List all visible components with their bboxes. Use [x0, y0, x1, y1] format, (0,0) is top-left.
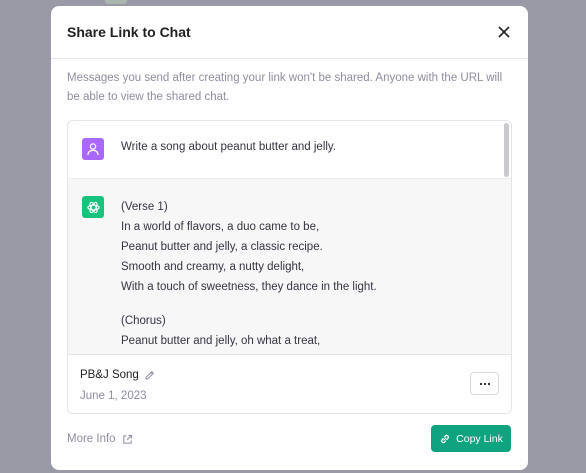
chat-date: June 1, 2023	[80, 390, 147, 402]
more-options-button[interactable]	[470, 372, 499, 395]
assistant-avatar	[82, 196, 104, 218]
assistant-message: (Verse 1) In a world of flavors, a duo c…	[68, 178, 511, 354]
external-link-icon	[122, 434, 132, 444]
edit-title-button[interactable]	[142, 368, 156, 382]
assistant-message-text: (Verse 1) In a world of flavors, a duo c…	[121, 197, 491, 351]
pencil-icon	[144, 370, 154, 380]
lyric-line: Smooth and creamy, a nutty delight,	[121, 261, 305, 273]
user-icon	[87, 143, 99, 156]
link-icon	[441, 434, 450, 443]
user-message-text: Write a song about peanut butter and jel…	[121, 141, 337, 153]
chat-title: PB&J Song	[80, 369, 139, 381]
chat-preview: Write a song about peanut butter and jel…	[67, 120, 512, 414]
lyric-line: Peanut butter and jelly, oh what a treat…	[121, 335, 321, 347]
background-fragment	[105, 0, 127, 4]
copy-link-button[interactable]: Copy Link	[431, 425, 511, 452]
chat-info-bar: PB&J Song June 1, 2023	[68, 354, 511, 413]
copy-link-label: Copy Link	[456, 432, 503, 445]
lyric-line: (Chorus)	[121, 315, 166, 327]
share-notice: Messages you send after creating your li…	[67, 72, 503, 103]
lyric-gap	[121, 297, 491, 311]
lyric-line: Peanut butter and jelly, a classic recip…	[121, 241, 323, 253]
more-info-link[interactable]: More Info	[67, 433, 133, 445]
lyric-line: With a touch of sweetness, they dance in…	[121, 281, 377, 293]
user-avatar	[82, 138, 104, 160]
close-button[interactable]	[494, 22, 514, 42]
lyric-line: In a world of flavors, a duo came to be,	[121, 221, 320, 233]
dialog-header: Share Link to Chat	[51, 6, 528, 59]
lyric-line: (Verse 1)	[121, 201, 168, 213]
user-message: Write a song about peanut butter and jel…	[68, 121, 511, 178]
more-info-label: More Info	[67, 433, 116, 445]
share-dialog: Share Link to Chat Messages you send aft…	[51, 6, 528, 470]
dialog-title: Share Link to Chat	[67, 24, 191, 40]
more-icon	[479, 382, 490, 385]
close-icon	[498, 26, 510, 38]
conversation-preview[interactable]: Write a song about peanut butter and jel…	[68, 121, 511, 354]
openai-icon	[86, 201, 100, 213]
preview-scrollbar[interactable]	[504, 123, 509, 177]
